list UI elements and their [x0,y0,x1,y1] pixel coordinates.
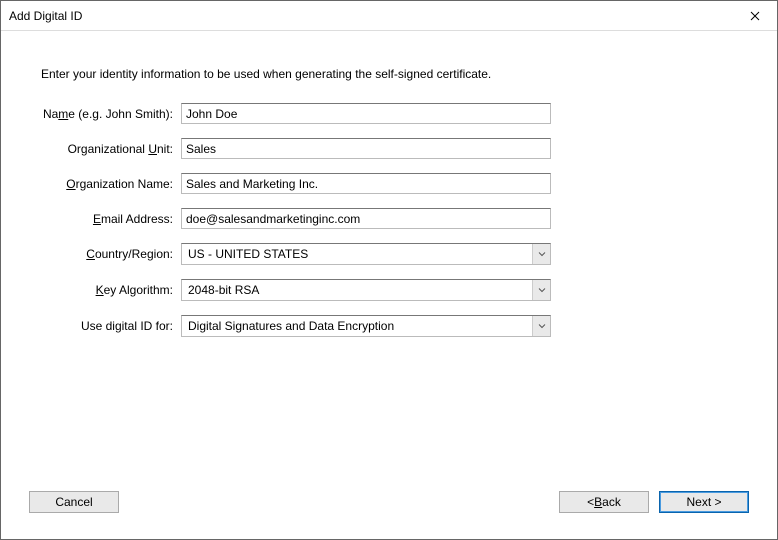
instruction-text: Enter your identity information to be us… [41,67,737,81]
label-org-unit: Organizational Unit: [41,142,181,156]
chevron-down-icon [538,287,546,293]
email-input[interactable] [181,208,551,229]
row-use-for: Use digital ID for: Digital Signatures a… [41,315,737,337]
country-select-value: US - UNITED STATES [182,244,532,264]
label-key-algorithm: Key Algorithm: [41,283,181,297]
org-name-input[interactable] [181,173,551,194]
add-digital-id-dialog: Add Digital ID Enter your identity infor… [0,0,778,540]
titlebar: Add Digital ID [1,1,777,31]
use-for-dropdown-button[interactable] [532,316,550,336]
next-button[interactable]: Next > [659,491,749,513]
use-for-select[interactable]: Digital Signatures and Data Encryption [181,315,551,337]
country-select[interactable]: US - UNITED STATES [181,243,551,265]
org-unit-input[interactable] [181,138,551,159]
close-icon [750,11,760,21]
name-input[interactable] [181,103,551,124]
label-name: Name (e.g. John Smith): [41,107,181,121]
dialog-content: Enter your identity information to be us… [1,31,777,539]
chevron-down-icon [538,323,546,329]
key-algorithm-dropdown-button[interactable] [532,280,550,300]
key-algorithm-select-value: 2048-bit RSA [182,280,532,300]
label-use-for: Use digital ID for: [41,319,181,333]
row-org-name: Organization Name: [41,173,737,194]
key-algorithm-select[interactable]: 2048-bit RSA [181,279,551,301]
cancel-button[interactable]: Cancel [29,491,119,513]
button-bar: Cancel < Back Next > [1,473,777,539]
label-email: Email Address: [41,212,181,226]
row-name: Name (e.g. John Smith): [41,103,737,124]
row-key-algorithm: Key Algorithm: 2048-bit RSA [41,279,737,301]
row-org-unit: Organizational Unit: [41,138,737,159]
window-title: Add Digital ID [9,9,82,23]
close-button[interactable] [732,1,777,31]
use-for-select-value: Digital Signatures and Data Encryption [182,316,532,336]
country-dropdown-button[interactable] [532,244,550,264]
back-button[interactable]: < Back [559,491,649,513]
wizard-nav-buttons: < Back Next > [559,491,749,513]
label-country: Country/Region: [41,247,181,261]
row-country: Country/Region: US - UNITED STATES [41,243,737,265]
row-email: Email Address: [41,208,737,229]
label-org-name: Organization Name: [41,177,181,191]
chevron-down-icon [538,251,546,257]
